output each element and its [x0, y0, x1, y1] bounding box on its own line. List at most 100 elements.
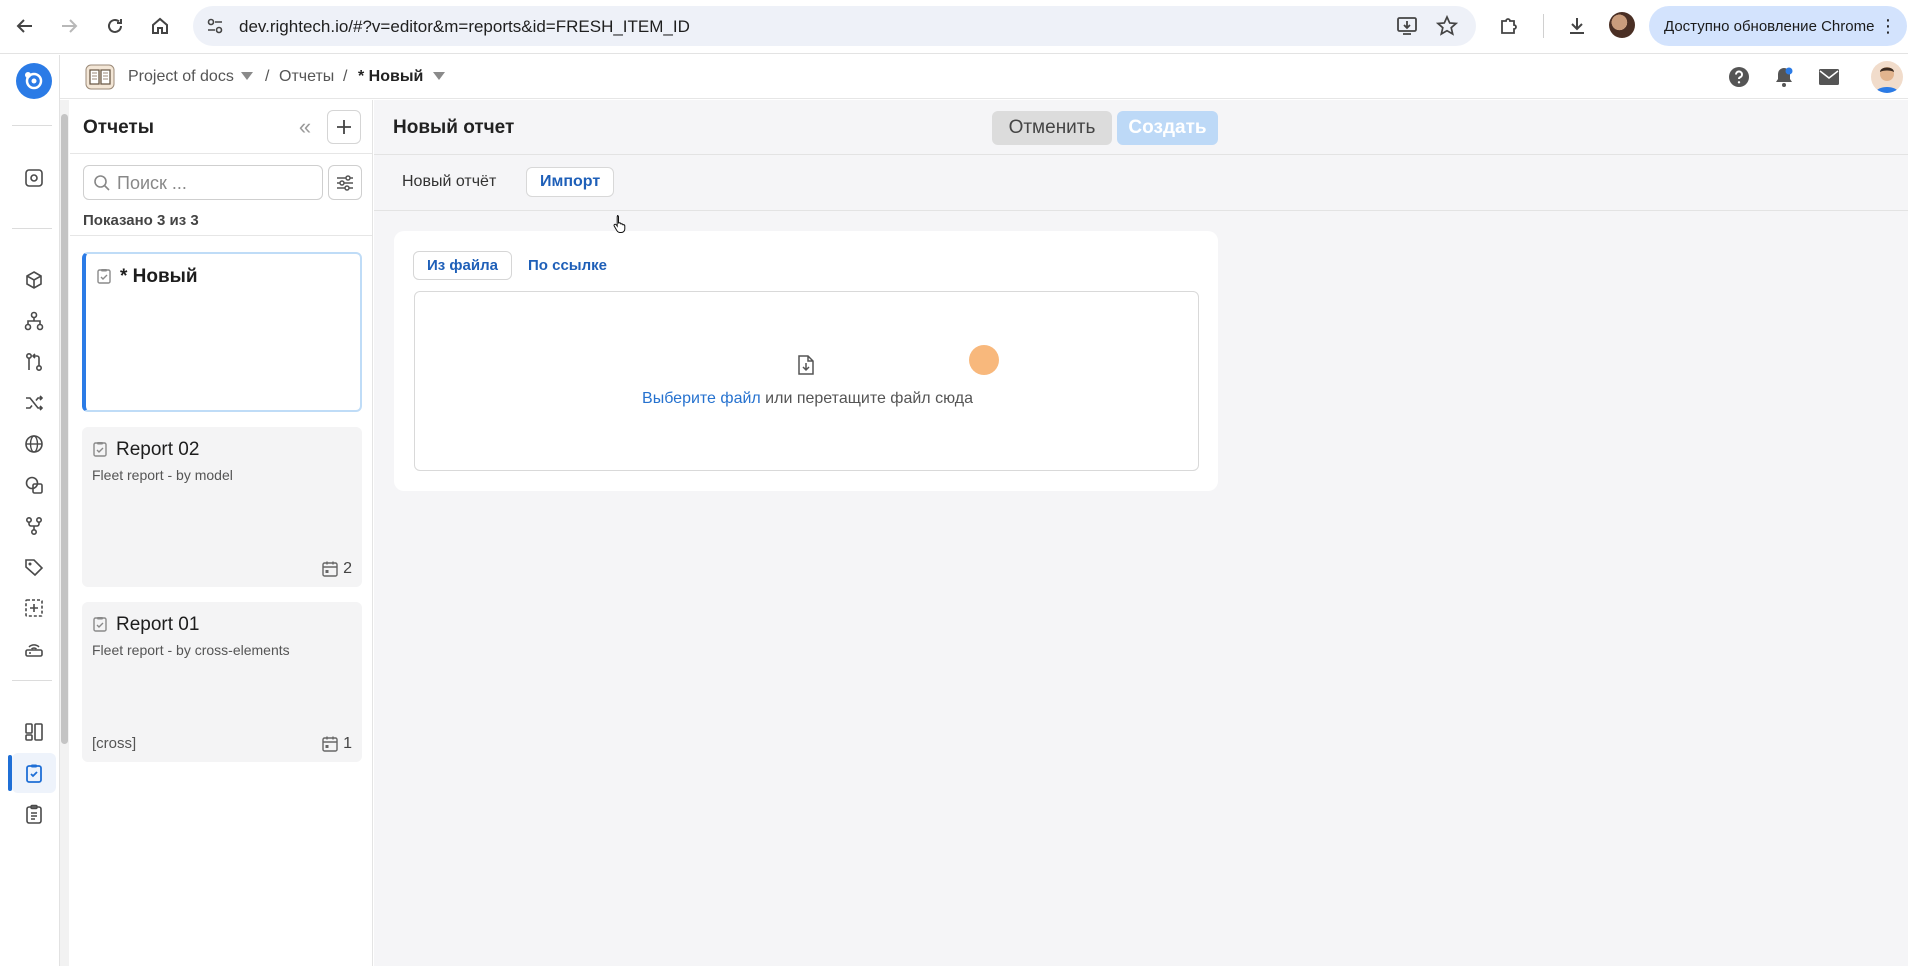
toolbar-divider — [1543, 14, 1544, 38]
sidebar-item-reports[interactable] — [8, 753, 56, 793]
git-compare-icon — [25, 352, 43, 372]
site-settings-icon[interactable] — [205, 16, 225, 36]
sidebar-item-clipboard[interactable] — [12, 794, 56, 834]
download-icon — [1570, 18, 1584, 34]
puzzle-icon — [1501, 18, 1517, 34]
sidebar-item-camera[interactable] — [12, 158, 56, 198]
sidebar-item-globe[interactable] — [12, 424, 56, 464]
report-card[interactable]: * Новый — [82, 252, 362, 412]
editor-tabs: Новый отчёт Импорт — [374, 156, 1908, 211]
sidebar-item-compare[interactable] — [12, 342, 56, 382]
menu-dots-icon[interactable]: ⋮ — [1879, 16, 1897, 36]
cursor-highlight — [969, 345, 999, 375]
reports-panel-header: Отчеты « — [70, 100, 372, 154]
sidebar-divider — [12, 228, 52, 229]
report-card-description: Fleet report - by model — [92, 467, 233, 483]
breadcrumb-section[interactable]: Отчеты — [279, 68, 334, 86]
dashboard-icon — [25, 723, 43, 741]
downloads-button[interactable] — [1562, 11, 1592, 41]
breadcrumb-current: * Новый — [358, 68, 424, 85]
sidebar-item-shuffle[interactable] — [12, 383, 56, 423]
calendar-icon — [322, 736, 338, 752]
sidebar-item-hierarchy[interactable] — [12, 301, 56, 341]
camera-icon — [25, 169, 43, 187]
report-card-title: Report 01 — [116, 614, 200, 635]
report-card-description: Fleet report - by cross-elements — [92, 642, 290, 658]
filter-button[interactable] — [328, 165, 362, 200]
current-dropdown-icon[interactable] — [433, 72, 445, 80]
tab-new-report[interactable]: Новый отчёт — [389, 167, 509, 197]
report-icon — [26, 764, 42, 783]
report-card-count: 2 — [321, 560, 352, 578]
choose-file-link[interactable]: Выберите файл — [642, 390, 761, 407]
forward-button[interactable] — [52, 9, 86, 43]
bell-icon[interactable] — [1771, 64, 1797, 90]
arrow-left-icon — [16, 19, 32, 33]
collapse-panel-icon[interactable]: « — [292, 114, 318, 140]
report-card-tag: [cross] — [92, 735, 137, 752]
file-dropzone[interactable]: Выберите файл или перетащите файл сюда — [414, 291, 1199, 471]
back-button[interactable] — [8, 9, 42, 43]
report-search-box — [83, 165, 323, 200]
install-app-icon[interactable] — [1396, 15, 1418, 37]
branch-icon — [25, 516, 43, 536]
tag-icon — [25, 559, 44, 577]
sidebar-item-frame[interactable] — [12, 588, 56, 628]
reports-panel: Отчеты « Показано 3 из 3 * Новый Report … — [70, 100, 373, 966]
book-icon[interactable] — [85, 64, 115, 90]
user-avatar[interactable] — [1871, 61, 1903, 93]
scrollbar-thumb[interactable] — [61, 114, 68, 744]
url-text[interactable]: dev.rightech.io/#?v=editor&m=reports&id=… — [239, 17, 690, 37]
home-icon — [152, 17, 168, 34]
hand-cursor-icon — [613, 215, 626, 233]
import-card: Из файла По ссылке Выберите файл или пер… — [394, 231, 1218, 491]
report-card-count-value: 1 — [343, 735, 352, 752]
arrow-right-icon — [62, 19, 78, 33]
report-card[interactable]: Report 02 Fleet report - by model 2 — [82, 427, 362, 587]
report-card[interactable]: Report 01 Fleet report - by cross-elemen… — [82, 602, 362, 762]
breadcrumb-project[interactable]: Project of docs — [128, 68, 234, 86]
shuffle-icon — [26, 395, 44, 411]
add-report-button[interactable] — [327, 110, 361, 144]
file-download-icon — [798, 355, 814, 375]
reload-button[interactable] — [98, 9, 132, 43]
project-dropdown-icon[interactable] — [241, 72, 253, 80]
subtab-by-link[interactable]: По ссылке — [515, 251, 620, 280]
cube-icon — [26, 271, 42, 289]
search-input[interactable] — [117, 171, 317, 195]
rightech-logo-icon[interactable] — [16, 63, 52, 99]
mail-icon[interactable] — [1816, 64, 1842, 90]
sidebar-item-objects[interactable] — [12, 260, 56, 300]
extensions-button[interactable] — [1494, 11, 1524, 41]
tab-import[interactable]: Импорт — [526, 167, 615, 197]
sidebar-item-router[interactable] — [12, 629, 56, 669]
search-icon — [94, 175, 110, 191]
shapes-icon — [25, 476, 43, 494]
plus-icon — [337, 120, 351, 134]
subtab-from-file[interactable]: Из файла — [413, 251, 512, 280]
profile-avatar[interactable] — [1609, 12, 1635, 38]
bookmark-star-icon[interactable] — [1436, 15, 1458, 37]
sidebar-item-branch[interactable] — [12, 506, 56, 546]
chrome-update-button[interactable]: Доступно обновление Chrome ⋮ — [1649, 6, 1907, 46]
sidebar-item-tags[interactable] — [12, 547, 56, 587]
address-bar[interactable]: dev.rightech.io/#?v=editor&m=reports&id=… — [193, 6, 1476, 46]
sidebar-scrollbar[interactable] — [60, 100, 69, 966]
report-icon — [97, 269, 111, 284]
report-card-title: Report 02 — [116, 439, 200, 460]
globe-icon — [25, 435, 43, 453]
help-icon[interactable] — [1726, 64, 1752, 90]
app-header: Project of docs / Отчеты / * Новый — [60, 55, 1908, 99]
update-label: Доступно обновление Chrome — [1664, 17, 1875, 35]
sidebar-item-shapes[interactable] — [12, 465, 56, 505]
sidebar-item-dashboard[interactable] — [12, 712, 56, 752]
shown-count: Показано 3 из 3 — [83, 212, 199, 229]
cancel-button[interactable]: Отменить — [992, 111, 1112, 145]
clipboard-icon — [26, 804, 42, 824]
home-button[interactable] — [143, 9, 177, 43]
create-button[interactable]: Создать — [1117, 111, 1218, 145]
report-card-count-value: 2 — [343, 560, 352, 577]
hierarchy-icon — [24, 311, 44, 331]
editor-title: Новый отчет — [393, 117, 515, 138]
sidebar-divider — [12, 125, 52, 126]
